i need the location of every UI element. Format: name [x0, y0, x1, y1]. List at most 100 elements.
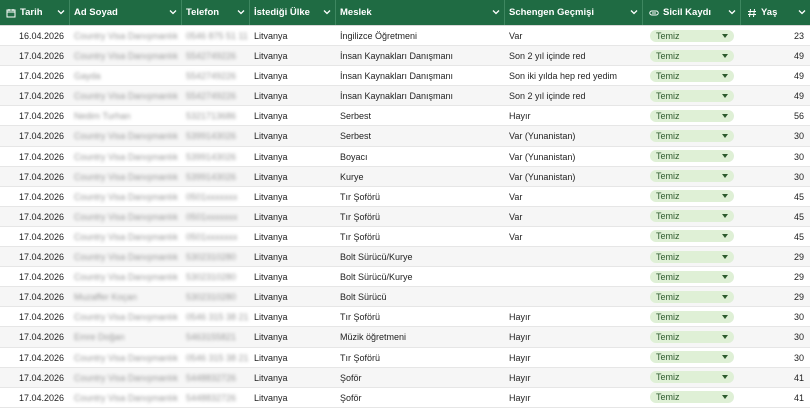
cell-tarih[interactable]: 17.04.2026: [0, 348, 70, 368]
chevron-down-icon[interactable]: [798, 8, 806, 16]
cell-meslek[interactable]: Şoför: [336, 388, 505, 408]
cell-ad-soyad[interactable]: Country Visa Danışmanlık: [70, 207, 182, 227]
table-row[interactable]: 17.04.2026 Emre Doğan 5463155821 Litvany…: [0, 327, 810, 348]
cell-telefon[interactable]: 0501xxxxxxx: [182, 207, 250, 227]
cell-telefon[interactable]: 5321713686: [182, 106, 250, 126]
cell-yas[interactable]: 29: [741, 247, 810, 267]
cell-istedigi-ulke[interactable]: Litvanya: [250, 227, 336, 247]
cell-telefon[interactable]: 5302310280: [182, 287, 250, 307]
cell-istedigi-ulke[interactable]: Litvanya: [250, 167, 336, 187]
cell-yas[interactable]: 45: [741, 227, 810, 247]
column-header-schengen-gecmisi[interactable]: Schengen Geçmişi: [505, 0, 643, 25]
cell-ad-soyad[interactable]: Gayda: [70, 66, 182, 86]
cell-telefon[interactable]: 0501xxxxxxx: [182, 227, 250, 247]
table-row[interactable]: 17.04.2026 Country Visa Danışmanlık 0501…: [0, 187, 810, 207]
table-row[interactable]: 16.04.2026 Country Visa Danışmanlık 0546…: [0, 26, 810, 47]
cell-meslek[interactable]: Bolt Sürücü: [336, 287, 505, 307]
sicil-status-dropdown[interactable]: Temiz: [650, 170, 734, 183]
column-header-telefon[interactable]: Telefon: [182, 0, 250, 25]
cell-schengen[interactable]: Var (Yunanistan): [505, 167, 643, 187]
cell-schengen[interactable]: Son 2 yıl içinde red: [505, 86, 643, 106]
cell-meslek[interactable]: Bolt Sürücü/Kurye: [336, 267, 505, 287]
sicil-status-dropdown[interactable]: Temiz: [650, 89, 734, 102]
cell-schengen[interactable]: Var: [505, 26, 643, 46]
table-row[interactable]: 17.04.2026 Country Visa Danışmanlık 0546…: [0, 348, 810, 368]
cell-meslek[interactable]: İngilizce Öğretmeni: [336, 26, 505, 46]
cell-ad-soyad[interactable]: Nedim Turhan: [70, 106, 182, 126]
sicil-status-dropdown[interactable]: Temiz: [650, 129, 734, 142]
column-header-meslek[interactable]: Meslek: [336, 0, 505, 25]
table-row[interactable]: 17.04.2026 Country Visa Danışmanlık 5542…: [0, 46, 810, 67]
cell-meslek[interactable]: Tır Şoförü: [336, 307, 505, 327]
cell-meslek[interactable]: Serbest: [336, 126, 505, 146]
chevron-down-icon[interactable]: [630, 8, 638, 16]
table-row[interactable]: 17.04.2026 Nedim Turhan 5321713686 Litva…: [0, 106, 810, 127]
sicil-status-dropdown[interactable]: Temiz: [650, 330, 734, 343]
cell-ad-soyad[interactable]: Country Visa Danışmanlık: [70, 147, 182, 167]
chevron-down-icon[interactable]: [323, 8, 331, 16]
table-row[interactable]: 17.04.2026 Country Visa Danışmanlık 5302…: [0, 247, 810, 268]
table-row[interactable]: 17.04.2026 Country Visa Danışmanlık 5399…: [0, 126, 810, 147]
cell-meslek[interactable]: Müzik öğretmeni: [336, 327, 505, 347]
cell-ad-soyad[interactable]: Country Visa Danışmanlık: [70, 368, 182, 388]
cell-telefon[interactable]: 0546 875 51 11: [182, 26, 250, 46]
table-row[interactable]: 17.04.2026 Country Visa Danışmanlık 5448…: [0, 388, 810, 408]
sicil-status-dropdown[interactable]: Temiz: [650, 250, 734, 263]
cell-schengen[interactable]: Hayır: [505, 368, 643, 388]
column-header-sicil-kaydi[interactable]: Sicil Kaydı: [643, 0, 741, 25]
cell-schengen[interactable]: Hayır: [505, 348, 643, 368]
cell-telefon[interactable]: 5448832726: [182, 368, 250, 388]
cell-yas[interactable]: 49: [741, 86, 810, 106]
cell-tarih[interactable]: 17.04.2026: [0, 147, 70, 167]
cell-meslek[interactable]: Serbest: [336, 106, 505, 126]
cell-tarih[interactable]: 17.04.2026: [0, 327, 70, 347]
cell-yas[interactable]: 41: [741, 388, 810, 408]
cell-schengen[interactable]: [505, 287, 643, 307]
cell-meslek[interactable]: Tır Şoförü: [336, 187, 505, 207]
cell-tarih[interactable]: 17.04.2026: [0, 368, 70, 388]
sicil-status-dropdown[interactable]: Temiz: [650, 49, 734, 62]
cell-ad-soyad[interactable]: Country Visa Danışmanlık: [70, 247, 182, 267]
cell-istedigi-ulke[interactable]: Litvanya: [250, 307, 336, 327]
cell-meslek[interactable]: Tır Şoförü: [336, 348, 505, 368]
cell-meslek[interactable]: Tır Şoförü: [336, 207, 505, 227]
cell-ad-soyad[interactable]: Country Visa Danışmanlık: [70, 86, 182, 106]
cell-yas[interactable]: 29: [741, 267, 810, 287]
table-row[interactable]: 17.04.2026 Country Visa Danışmanlık 5542…: [0, 86, 810, 107]
cell-schengen[interactable]: Var (Yunanistan): [505, 126, 643, 146]
cell-istedigi-ulke[interactable]: Litvanya: [250, 106, 336, 126]
cell-istedigi-ulke[interactable]: Litvanya: [250, 388, 336, 408]
cell-ad-soyad[interactable]: Country Visa Danışmanlık: [70, 26, 182, 46]
cell-meslek[interactable]: Boyacı: [336, 147, 505, 167]
cell-ad-soyad[interactable]: Country Visa Danışmanlık: [70, 126, 182, 146]
cell-yas[interactable]: 49: [741, 66, 810, 86]
cell-schengen[interactable]: Var: [505, 207, 643, 227]
cell-telefon[interactable]: 5399143026: [182, 147, 250, 167]
cell-yas[interactable]: 30: [741, 327, 810, 347]
cell-yas[interactable]: 41: [741, 368, 810, 388]
cell-telefon[interactable]: 5463155821: [182, 327, 250, 347]
cell-telefon[interactable]: 0546 315 38 21: [182, 348, 250, 368]
cell-tarih[interactable]: 17.04.2026: [0, 46, 70, 66]
column-header-yas[interactable]: Yaş: [741, 0, 810, 25]
table-row[interactable]: 17.04.2026 Country Visa Danışmanlık 0546…: [0, 307, 810, 328]
chevron-down-icon[interactable]: [57, 8, 65, 16]
cell-meslek[interactable]: İnsan Kaynakları Danışmanı: [336, 86, 505, 106]
cell-istedigi-ulke[interactable]: Litvanya: [250, 66, 336, 86]
sicil-status-dropdown[interactable]: Temiz: [650, 29, 734, 42]
cell-yas[interactable]: 30: [741, 147, 810, 167]
cell-tarih[interactable]: 17.04.2026: [0, 86, 70, 106]
sicil-status-dropdown[interactable]: Temiz: [650, 290, 734, 303]
chevron-down-icon[interactable]: [492, 8, 500, 16]
cell-ad-soyad[interactable]: Country Visa Danışmanlık: [70, 187, 182, 207]
cell-yas[interactable]: 29: [741, 287, 810, 307]
cell-istedigi-ulke[interactable]: Litvanya: [250, 26, 336, 46]
sicil-status-dropdown[interactable]: Temiz: [650, 391, 734, 404]
cell-tarih[interactable]: 17.04.2026: [0, 167, 70, 187]
cell-ad-soyad[interactable]: Country Visa Danışmanlık: [70, 267, 182, 287]
cell-meslek[interactable]: İnsan Kaynakları Danışmanı: [336, 46, 505, 66]
cell-schengen[interactable]: Var: [505, 227, 643, 247]
cell-ad-soyad[interactable]: Country Visa Danışmanlık: [70, 348, 182, 368]
cell-meslek[interactable]: Şoför: [336, 368, 505, 388]
cell-yas[interactable]: 45: [741, 207, 810, 227]
